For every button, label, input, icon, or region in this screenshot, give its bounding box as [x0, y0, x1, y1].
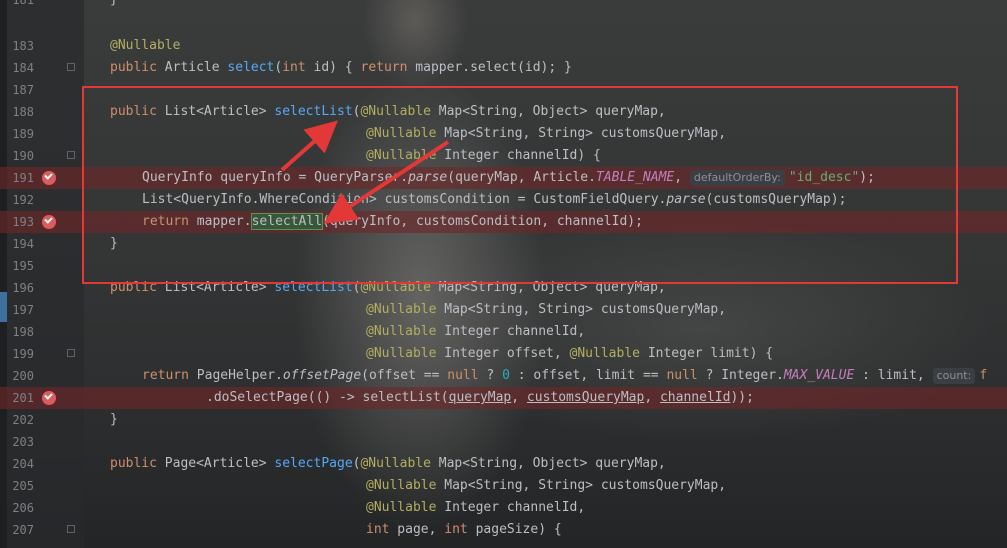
code-editor[interactable]: 181 } 183 @Nullable 184 public Article s… — [0, 0, 1007, 548]
arrow-icon — [280, 120, 338, 172]
arrow-icon — [323, 140, 450, 224]
callout-arrows — [280, 120, 450, 224]
